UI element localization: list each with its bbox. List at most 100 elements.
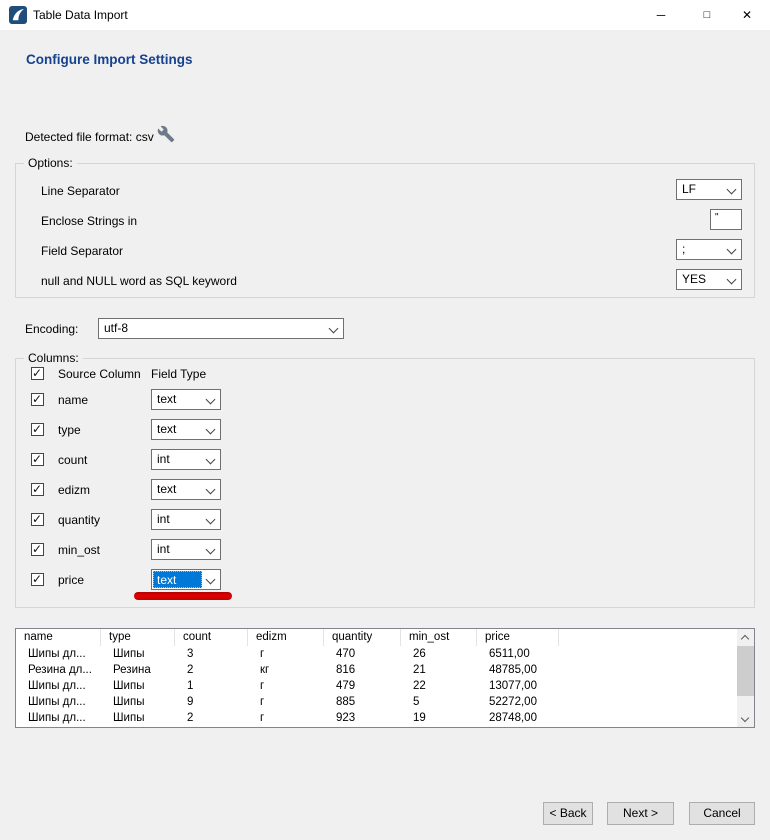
cell: 9: [175, 694, 248, 710]
columns-header: ✓ Source Column Field Type: [16, 366, 754, 382]
wrench-icon: [157, 125, 175, 143]
table-row[interactable]: Резина дл... Резина 2 кг 816 21 48785,00: [16, 662, 754, 678]
select-value: int: [157, 512, 170, 526]
col-header-type[interactable]: type: [101, 629, 175, 646]
column-checkbox-name[interactable]: ✓: [31, 393, 44, 406]
encoding-select[interactable]: utf-8: [98, 318, 344, 339]
encoding-label: Encoding:: [25, 322, 78, 336]
column-checkbox-price[interactable]: ✓: [31, 573, 44, 586]
field-type-select-quantity[interactable]: int: [151, 509, 221, 530]
column-checkbox-type[interactable]: ✓: [31, 423, 44, 436]
chevron-up-icon: [741, 635, 749, 643]
col-header-min-ost[interactable]: min_ost: [401, 629, 477, 646]
field-type-select-min-ost[interactable]: int: [151, 539, 221, 560]
cancel-button[interactable]: Cancel: [689, 802, 755, 825]
select-value: int: [157, 452, 170, 466]
select-value: ;: [682, 242, 685, 256]
back-button[interactable]: < Back: [543, 802, 593, 825]
detected-format-value: csv: [136, 130, 154, 144]
column-checkbox-edizm[interactable]: ✓: [31, 483, 44, 496]
select-value: utf-8: [104, 321, 128, 335]
cell: 479: [324, 678, 401, 694]
column-label-name: name: [58, 393, 88, 407]
field-type-select-name[interactable]: text: [151, 389, 221, 410]
scrollbar-thumb[interactable]: [737, 646, 754, 696]
select-all-checkbox[interactable]: ✓: [31, 367, 44, 380]
cell: 22: [401, 678, 477, 694]
options-groupbox: Options: Line Separator LF Enclose Strin…: [15, 163, 755, 298]
cell: 5: [401, 694, 477, 710]
cell: 3: [175, 646, 248, 662]
line-separator-select[interactable]: LF: [676, 179, 742, 200]
cell: г: [248, 678, 324, 694]
select-value: int: [157, 542, 170, 556]
column-label-quantity: quantity: [58, 513, 100, 527]
cell: [559, 678, 754, 694]
field-type-select-type[interactable]: text: [151, 419, 221, 440]
cell: Шипы дл...: [16, 646, 101, 662]
preview-table-header: name type count edizm quantity min_ost p…: [16, 629, 754, 646]
options-legend: Options:: [24, 156, 77, 170]
scroll-down-button[interactable]: [737, 710, 754, 727]
null-keyword-label: null and NULL word as SQL keyword: [41, 274, 237, 288]
field-separator-select[interactable]: ;: [676, 239, 742, 260]
cell: 1: [175, 678, 248, 694]
table-row[interactable]: Шипы дл... Шипы 1 г 479 22 13077,00: [16, 678, 754, 694]
field-separator-label: Field Separator: [41, 244, 123, 258]
null-keyword-select[interactable]: YES: [676, 269, 742, 290]
cell: Резина: [101, 662, 175, 678]
field-type-select-price[interactable]: text: [151, 569, 221, 590]
detected-format-text: Detected file format: csv: [25, 130, 154, 144]
chevron-down-icon: [206, 395, 216, 405]
cell: Шипы: [101, 710, 175, 726]
column-label-price: price: [58, 573, 84, 587]
select-value: LF: [682, 182, 696, 196]
cell: 470: [324, 646, 401, 662]
chevron-down-icon: [206, 515, 216, 525]
cell: г: [248, 710, 324, 726]
col-header-edizm[interactable]: edizm: [248, 629, 324, 646]
cell: 13077,00: [477, 678, 559, 694]
col-header-count[interactable]: count: [175, 629, 248, 646]
field-type-select-count[interactable]: int: [151, 449, 221, 470]
chevron-down-icon: [727, 245, 737, 255]
source-column-header: Source Column: [58, 367, 141, 381]
check-icon: ✓: [32, 512, 42, 526]
chevron-down-icon: [206, 575, 216, 585]
column-label-min-ost: min_ost: [58, 543, 100, 557]
cell: [559, 662, 754, 678]
next-button[interactable]: Next >: [607, 802, 674, 825]
enclose-strings-input[interactable]: ": [710, 209, 742, 230]
field-type-select-edizm[interactable]: text: [151, 479, 221, 500]
field-type-header: Field Type: [151, 367, 206, 381]
table-row[interactable]: Шипы дл... Шипы 2 г 923 19 28748,00: [16, 710, 754, 726]
vertical-scrollbar[interactable]: [737, 629, 754, 727]
chevron-down-icon: [206, 425, 216, 435]
col-header-quantity[interactable]: quantity: [324, 629, 401, 646]
option-row-field-separator: Field Separator ;: [16, 239, 754, 260]
cell: 885: [324, 694, 401, 710]
minimize-button[interactable]: ─: [638, 0, 684, 30]
scroll-up-button[interactable]: [737, 629, 754, 646]
cell: г: [248, 694, 324, 710]
chevron-down-icon: [206, 485, 216, 495]
cell: 52272,00: [477, 694, 559, 710]
col-header-price[interactable]: price: [477, 629, 559, 646]
close-button[interactable]: ✕: [724, 0, 770, 30]
cell: 48785,00: [477, 662, 559, 678]
check-icon: ✓: [32, 366, 42, 380]
chevron-down-icon: [329, 324, 339, 334]
table-row[interactable]: Шипы дл... Шипы 9 г 885 5 52272,00: [16, 694, 754, 710]
column-row-price: ✓ price text: [16, 569, 754, 590]
mysql-workbench-icon: [9, 6, 27, 24]
column-checkbox-count[interactable]: ✓: [31, 453, 44, 466]
select-value: text: [157, 482, 176, 496]
cell: [559, 694, 754, 710]
check-icon: ✓: [32, 452, 42, 466]
table-row[interactable]: Шипы дл... Шипы 3 г 470 26 6511,00: [16, 646, 754, 662]
cell: [559, 646, 754, 662]
column-checkbox-quantity[interactable]: ✓: [31, 513, 44, 526]
cell: 26: [401, 646, 477, 662]
col-header-name[interactable]: name: [16, 629, 101, 646]
column-checkbox-min-ost[interactable]: ✓: [31, 543, 44, 556]
